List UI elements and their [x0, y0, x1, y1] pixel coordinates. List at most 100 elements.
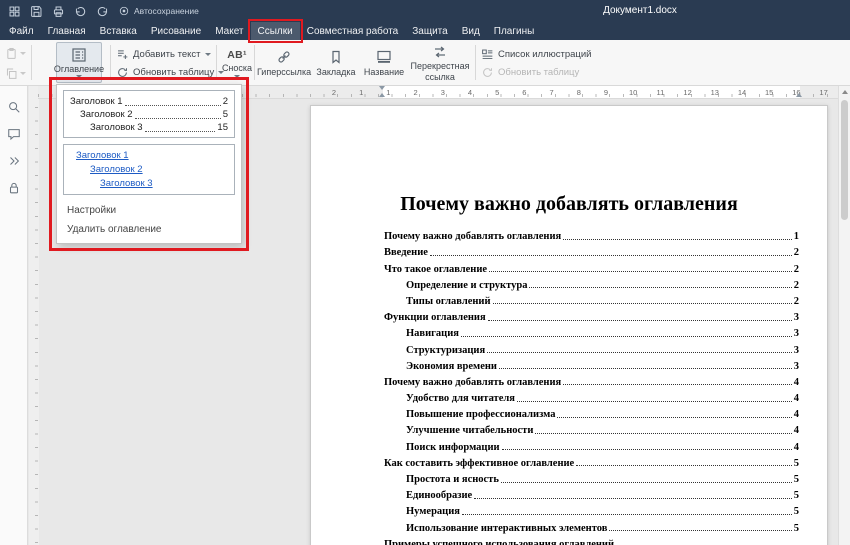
toc-entry: Нумерация 5 — [384, 501, 799, 517]
cross-reference-button[interactable]: Перекрестная ссылка — [409, 43, 471, 83]
ribbon-tab[interactable]: Совместная работа — [300, 22, 406, 40]
document-title-heading: Почему важно добавлять оглавления — [311, 191, 827, 217]
toc-entry: Почему важно добавлять оглавления 4 — [384, 372, 799, 388]
redo-icon[interactable] — [93, 3, 112, 20]
figures-list-button[interactable]: Список иллюстраций — [481, 48, 592, 61]
ribbon-tab[interactable]: Защита — [405, 22, 454, 40]
dot-leader — [430, 255, 792, 256]
toc-preview-link: Заголовок 3 — [70, 177, 228, 191]
toc-entry-page: 2 — [794, 264, 799, 275]
refresh-icon — [116, 66, 129, 79]
dot-leader — [529, 287, 791, 288]
left-margin-marker[interactable] — [379, 93, 385, 97]
cross-reference-label-2: ссылка — [425, 73, 455, 82]
ribbon-tab[interactable]: Ссылки — [251, 22, 300, 40]
dot-leader — [487, 352, 792, 353]
save-icon[interactable] — [27, 3, 46, 20]
toc-entry-page: 3 — [794, 328, 799, 339]
dot-leader — [563, 384, 792, 385]
update-figures-table-button: Обновить таблицу — [481, 66, 579, 79]
ribbon-separator — [475, 45, 476, 80]
ribbon-tab[interactable]: Вид — [455, 22, 487, 40]
autosave-toggle[interactable]: Автосохранение — [118, 5, 199, 17]
toc-entry-label: Что такое оглавление — [384, 264, 487, 275]
comments-button[interactable] — [5, 125, 23, 143]
toc-entry-page: 3 — [794, 312, 799, 323]
toc-entry-label: Структуризация — [406, 345, 485, 356]
toc-entry-label: Почему важно добавлять оглавления — [384, 231, 561, 242]
dot-leader — [502, 449, 792, 450]
right-margin-marker[interactable] — [796, 93, 802, 97]
toc-entry-label: Поиск информации — [406, 442, 500, 453]
caret-down-icon — [76, 75, 82, 78]
bookmark-button[interactable]: Закладка — [313, 43, 359, 83]
scroll-up-icon — [842, 90, 848, 94]
toc-entry-page: 1 — [794, 231, 799, 242]
update-table-label: Обновить таблицу — [133, 67, 214, 78]
ribbon-separator — [31, 45, 32, 80]
vertical-scrollbar[interactable] — [838, 86, 850, 545]
title-bar: Автосохранение Документ1.docx — [0, 0, 850, 22]
print-icon[interactable] — [49, 3, 68, 20]
figures-list-label: Список иллюстраций — [498, 49, 592, 60]
ribbon-tab[interactable]: Плагины — [487, 22, 542, 40]
footnote-button[interactable]: AB¹ Сноска — [220, 43, 254, 83]
left-indent-marker[interactable] — [379, 86, 385, 90]
caret-down-icon — [234, 75, 240, 78]
toc-gallery-dropdown: Заголовок 1 2 Заголовок 2 5 Заголовок 3 — [56, 84, 242, 244]
paste-button[interactable] — [3, 44, 28, 62]
copy-button[interactable] — [3, 64, 28, 82]
dot-leader — [135, 118, 221, 119]
dot-leader — [493, 303, 792, 304]
scroll-up-button[interactable] — [839, 86, 850, 98]
navigation-button[interactable] — [5, 152, 23, 170]
toc-entry: Определение и структура 2 — [384, 275, 799, 291]
document-page[interactable]: Почему важно добавлять оглавления Почему… — [310, 105, 828, 545]
ribbon-tab[interactable]: Рисование — [144, 22, 208, 40]
dot-leader — [517, 401, 792, 402]
hyperlink-button[interactable]: Гиперссылка — [257, 43, 311, 83]
add-text-button[interactable]: Добавить текст — [116, 48, 211, 61]
toc-entry-page: 5 — [794, 506, 799, 517]
ribbon-tab[interactable]: Макет — [208, 22, 250, 40]
update-table-button[interactable]: Обновить таблицу — [116, 66, 224, 79]
navigation-icon — [7, 154, 21, 168]
toc-settings-item[interactable]: Настройки — [63, 201, 235, 220]
table-of-contents-button[interactable]: Оглавление — [56, 42, 102, 83]
comments-icon — [7, 127, 21, 141]
scrollbar-thumb[interactable] — [841, 100, 848, 220]
undo-icon[interactable] — [71, 3, 90, 20]
menu-grid-icon[interactable] — [5, 3, 24, 20]
toc-entry-label: Простота и ясность — [406, 474, 499, 485]
toc-entry-page: 4 — [794, 409, 799, 420]
left-sidebar — [0, 86, 28, 545]
ribbon-tab[interactable]: Главная — [41, 22, 93, 40]
toc-entry: Повышение профессионализма 4 — [384, 404, 799, 420]
toc-preview-row: Заголовок 2 5 — [70, 108, 228, 121]
caption-icon — [376, 49, 392, 65]
toc-entry-label: Почему важно добавлять оглавления — [384, 377, 561, 388]
toc-style-dotted-option[interactable]: Заголовок 1 2 Заголовок 2 5 Заголовок 3 — [63, 90, 235, 138]
toc-entry-page: 3 — [794, 345, 799, 356]
footnote-label: Сноска — [222, 63, 252, 73]
toc-remove-item[interactable]: Удалить оглавление — [63, 220, 235, 239]
ribbon-tab-bar: Файл Главная Вставка Рисование Макет Ссы… — [0, 22, 850, 40]
toc-style-links-option[interactable]: Заголовок 1 Заголовок 2 Заголовок 3 — [63, 144, 235, 195]
toc-entry-label: Экономия времени — [406, 361, 497, 372]
toc-entry-page: 2 — [794, 296, 799, 307]
toc-preview-link: Заголовок 1 — [70, 149, 228, 163]
dot-leader — [488, 320, 792, 321]
toc-preview-page: 5 — [223, 108, 228, 121]
protect-button[interactable] — [5, 179, 23, 197]
ribbon-tab[interactable]: Вставка — [93, 22, 144, 40]
toc-entry-page: 2 — [794, 247, 799, 258]
dot-leader — [609, 530, 791, 531]
ribbon-tab[interactable]: Файл — [2, 22, 41, 40]
search-button[interactable] — [5, 98, 23, 116]
add-text-label: Добавить текст — [133, 49, 201, 60]
toc-preview-row: Заголовок 3 15 — [70, 121, 228, 134]
caption-button[interactable]: Название — [361, 43, 407, 83]
toc-preview-page: 15 — [217, 121, 228, 134]
ribbon-separator — [216, 45, 217, 80]
toc-entry-page: 4 — [794, 442, 799, 453]
